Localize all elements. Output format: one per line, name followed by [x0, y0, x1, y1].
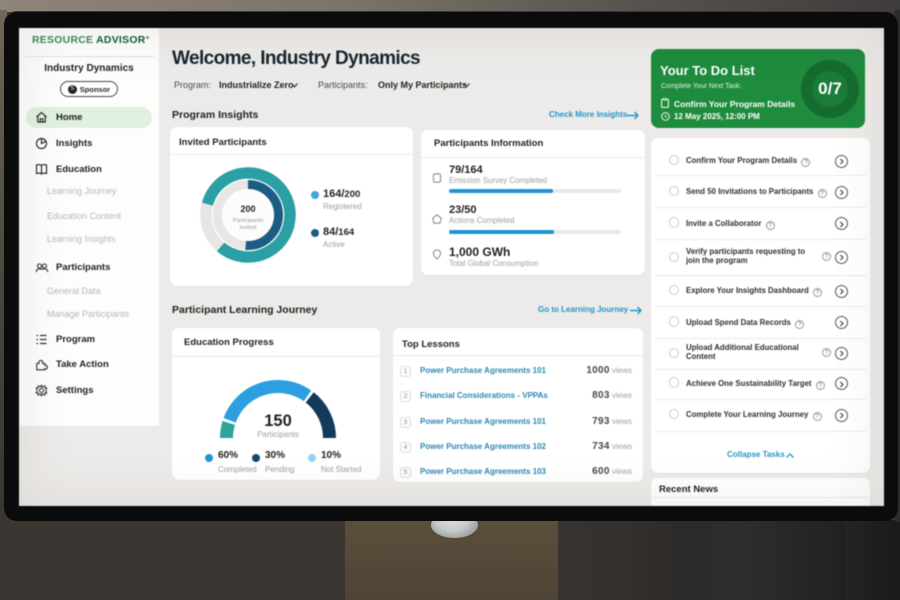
svg-text:Invited: Invited	[239, 225, 256, 231]
svg-text:200: 200	[240, 204, 255, 214]
svg-text:Participants: Participants	[232, 218, 262, 224]
